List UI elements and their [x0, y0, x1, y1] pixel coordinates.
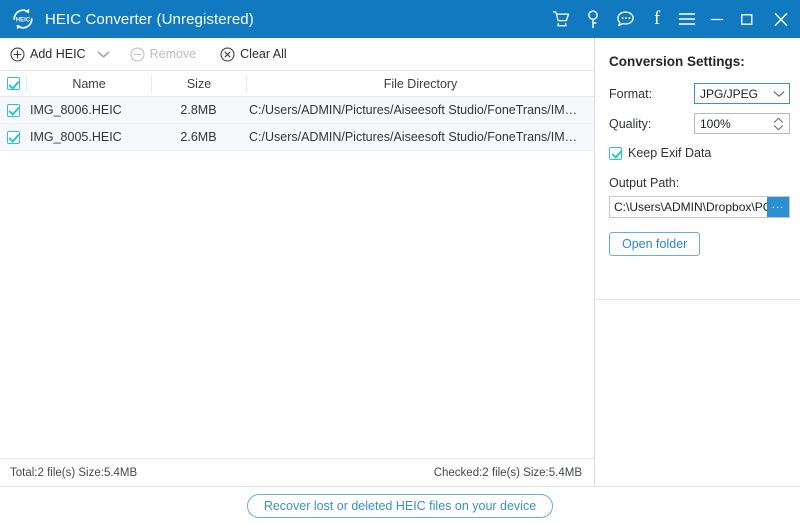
close-icon[interactable]: [762, 0, 800, 38]
maximize-icon[interactable]: [732, 0, 762, 38]
quality-value: 100%: [700, 116, 731, 131]
spinner-updown-icon[interactable]: [773, 114, 784, 133]
checkbox-glyph: [6, 77, 20, 90]
footer-bar: Recover lost or deleted HEIC files on yo…: [0, 486, 800, 524]
key-icon[interactable]: [578, 0, 608, 38]
format-value: JPG/JPEG: [700, 86, 759, 101]
svg-text:HEIC: HEIC: [16, 17, 31, 23]
column-header-name[interactable]: Name: [26, 75, 151, 92]
output-path-label: Output Path:: [609, 176, 680, 190]
x-circle-icon: [220, 46, 235, 62]
format-select[interactable]: JPG/JPEG: [694, 83, 790, 104]
checkbox-glyph: [6, 103, 20, 117]
facebook-glyph: f: [653, 7, 661, 29]
format-row: Format: JPG/JPEG: [609, 83, 800, 104]
format-label: Format:: [609, 86, 653, 101]
add-heic-dropdown-button[interactable]: [90, 41, 118, 67]
clear-all-button[interactable]: Clear All: [220, 46, 287, 62]
quality-row: Quality: 100%: [609, 113, 800, 134]
table-header: Name Size File Directory: [0, 71, 594, 97]
remove-label: Remove: [149, 47, 197, 61]
chevron-down-icon: [97, 50, 110, 58]
heic-converter-window: HEIC HEIC Converter (Unregistered) f Add…: [0, 0, 800, 524]
recover-files-button[interactable]: Recover lost or deleted HEIC files on yo…: [246, 493, 554, 518]
main-body: Add HEIC Remove Clear All Name Size File…: [0, 38, 800, 486]
status-bar: Total:2 file(s) Size:5.4MB Checked:2 fil…: [0, 458, 594, 486]
column-header-size[interactable]: Size: [151, 75, 246, 92]
file-list-pane: Add HEIC Remove Clear All Name Size File…: [0, 38, 595, 486]
table-row[interactable]: IMG_8005.HEIC 2.6MB C:/Users/ADMIN/Pictu…: [0, 124, 594, 151]
window-controls: f: [544, 0, 800, 38]
minus-circle-icon: [130, 46, 145, 62]
browse-button[interactable]: ...: [767, 197, 789, 217]
row-file-size: 2.8MB: [180, 103, 217, 117]
row-file-directory: C:/Users/ADMIN/Pictures/Aiseesoft Studio…: [249, 130, 594, 144]
checkbox-glyph: [609, 146, 622, 160]
add-heic-button[interactable]: Add HEIC: [10, 46, 86, 62]
output-path-value: C:\Users\ADMIN\Dropbox\PC\: [614, 200, 767, 214]
column-header-directory[interactable]: File Directory: [246, 75, 594, 92]
plus-circle-icon: [10, 46, 25, 62]
minimize-icon[interactable]: [702, 0, 732, 38]
chevron-down-icon: [773, 84, 785, 103]
quality-stepper[interactable]: 100%: [694, 113, 790, 134]
row-checkbox[interactable]: [0, 103, 26, 117]
file-rows: IMG_8006.HEIC 2.8MB C:/Users/ADMIN/Pictu…: [0, 97, 594, 458]
row-checkbox[interactable]: [0, 130, 26, 144]
row-file-size: 2.6MB: [180, 130, 217, 144]
row-file-name: IMG_8006.HEIC: [30, 103, 122, 117]
status-total: Total:2 file(s) Size:5.4MB: [10, 466, 138, 479]
remove-button[interactable]: Remove: [130, 46, 197, 62]
open-folder-button[interactable]: Open folder: [609, 232, 701, 256]
facebook-icon[interactable]: f: [642, 0, 672, 38]
keep-exif-label: Keep Exif Data: [628, 146, 712, 160]
select-all-checkbox[interactable]: [0, 77, 26, 90]
settings-title: Conversion Settings:: [609, 54, 745, 69]
row-file-name: IMG_8005.HEIC: [30, 130, 122, 144]
menu-icon[interactable]: [672, 0, 702, 38]
checkbox-glyph: [6, 130, 20, 144]
chat-icon[interactable]: [608, 0, 642, 38]
clear-all-label: Clear All: [240, 47, 287, 61]
cart-icon[interactable]: [544, 0, 578, 38]
settings-pane: Conversion Settings: Format: JPG/JPEG Qu…: [595, 38, 800, 486]
output-path-field[interactable]: C:\Users\ADMIN\Dropbox\PC\ ...: [609, 196, 790, 218]
heic-refresh-logo-icon: HEIC: [13, 8, 33, 30]
status-checked: Checked:2 file(s) Size:5.4MB: [433, 466, 582, 479]
table-row[interactable]: IMG_8006.HEIC 2.8MB C:/Users/ADMIN/Pictu…: [0, 97, 594, 124]
window-title: HEIC Converter (Unregistered): [45, 10, 254, 28]
keep-exif-checkbox[interactable]: Keep Exif Data: [609, 146, 800, 160]
add-heic-label: Add HEIC: [30, 47, 86, 61]
quality-label: Quality:: [609, 116, 652, 131]
row-file-directory: C:/Users/ADMIN/Pictures/Aiseesoft Studio…: [249, 103, 594, 117]
title-bar: HEIC HEIC Converter (Unregistered) f: [0, 0, 800, 38]
settings-divider: [595, 299, 800, 300]
file-toolbar: Add HEIC Remove Clear All: [0, 38, 594, 71]
